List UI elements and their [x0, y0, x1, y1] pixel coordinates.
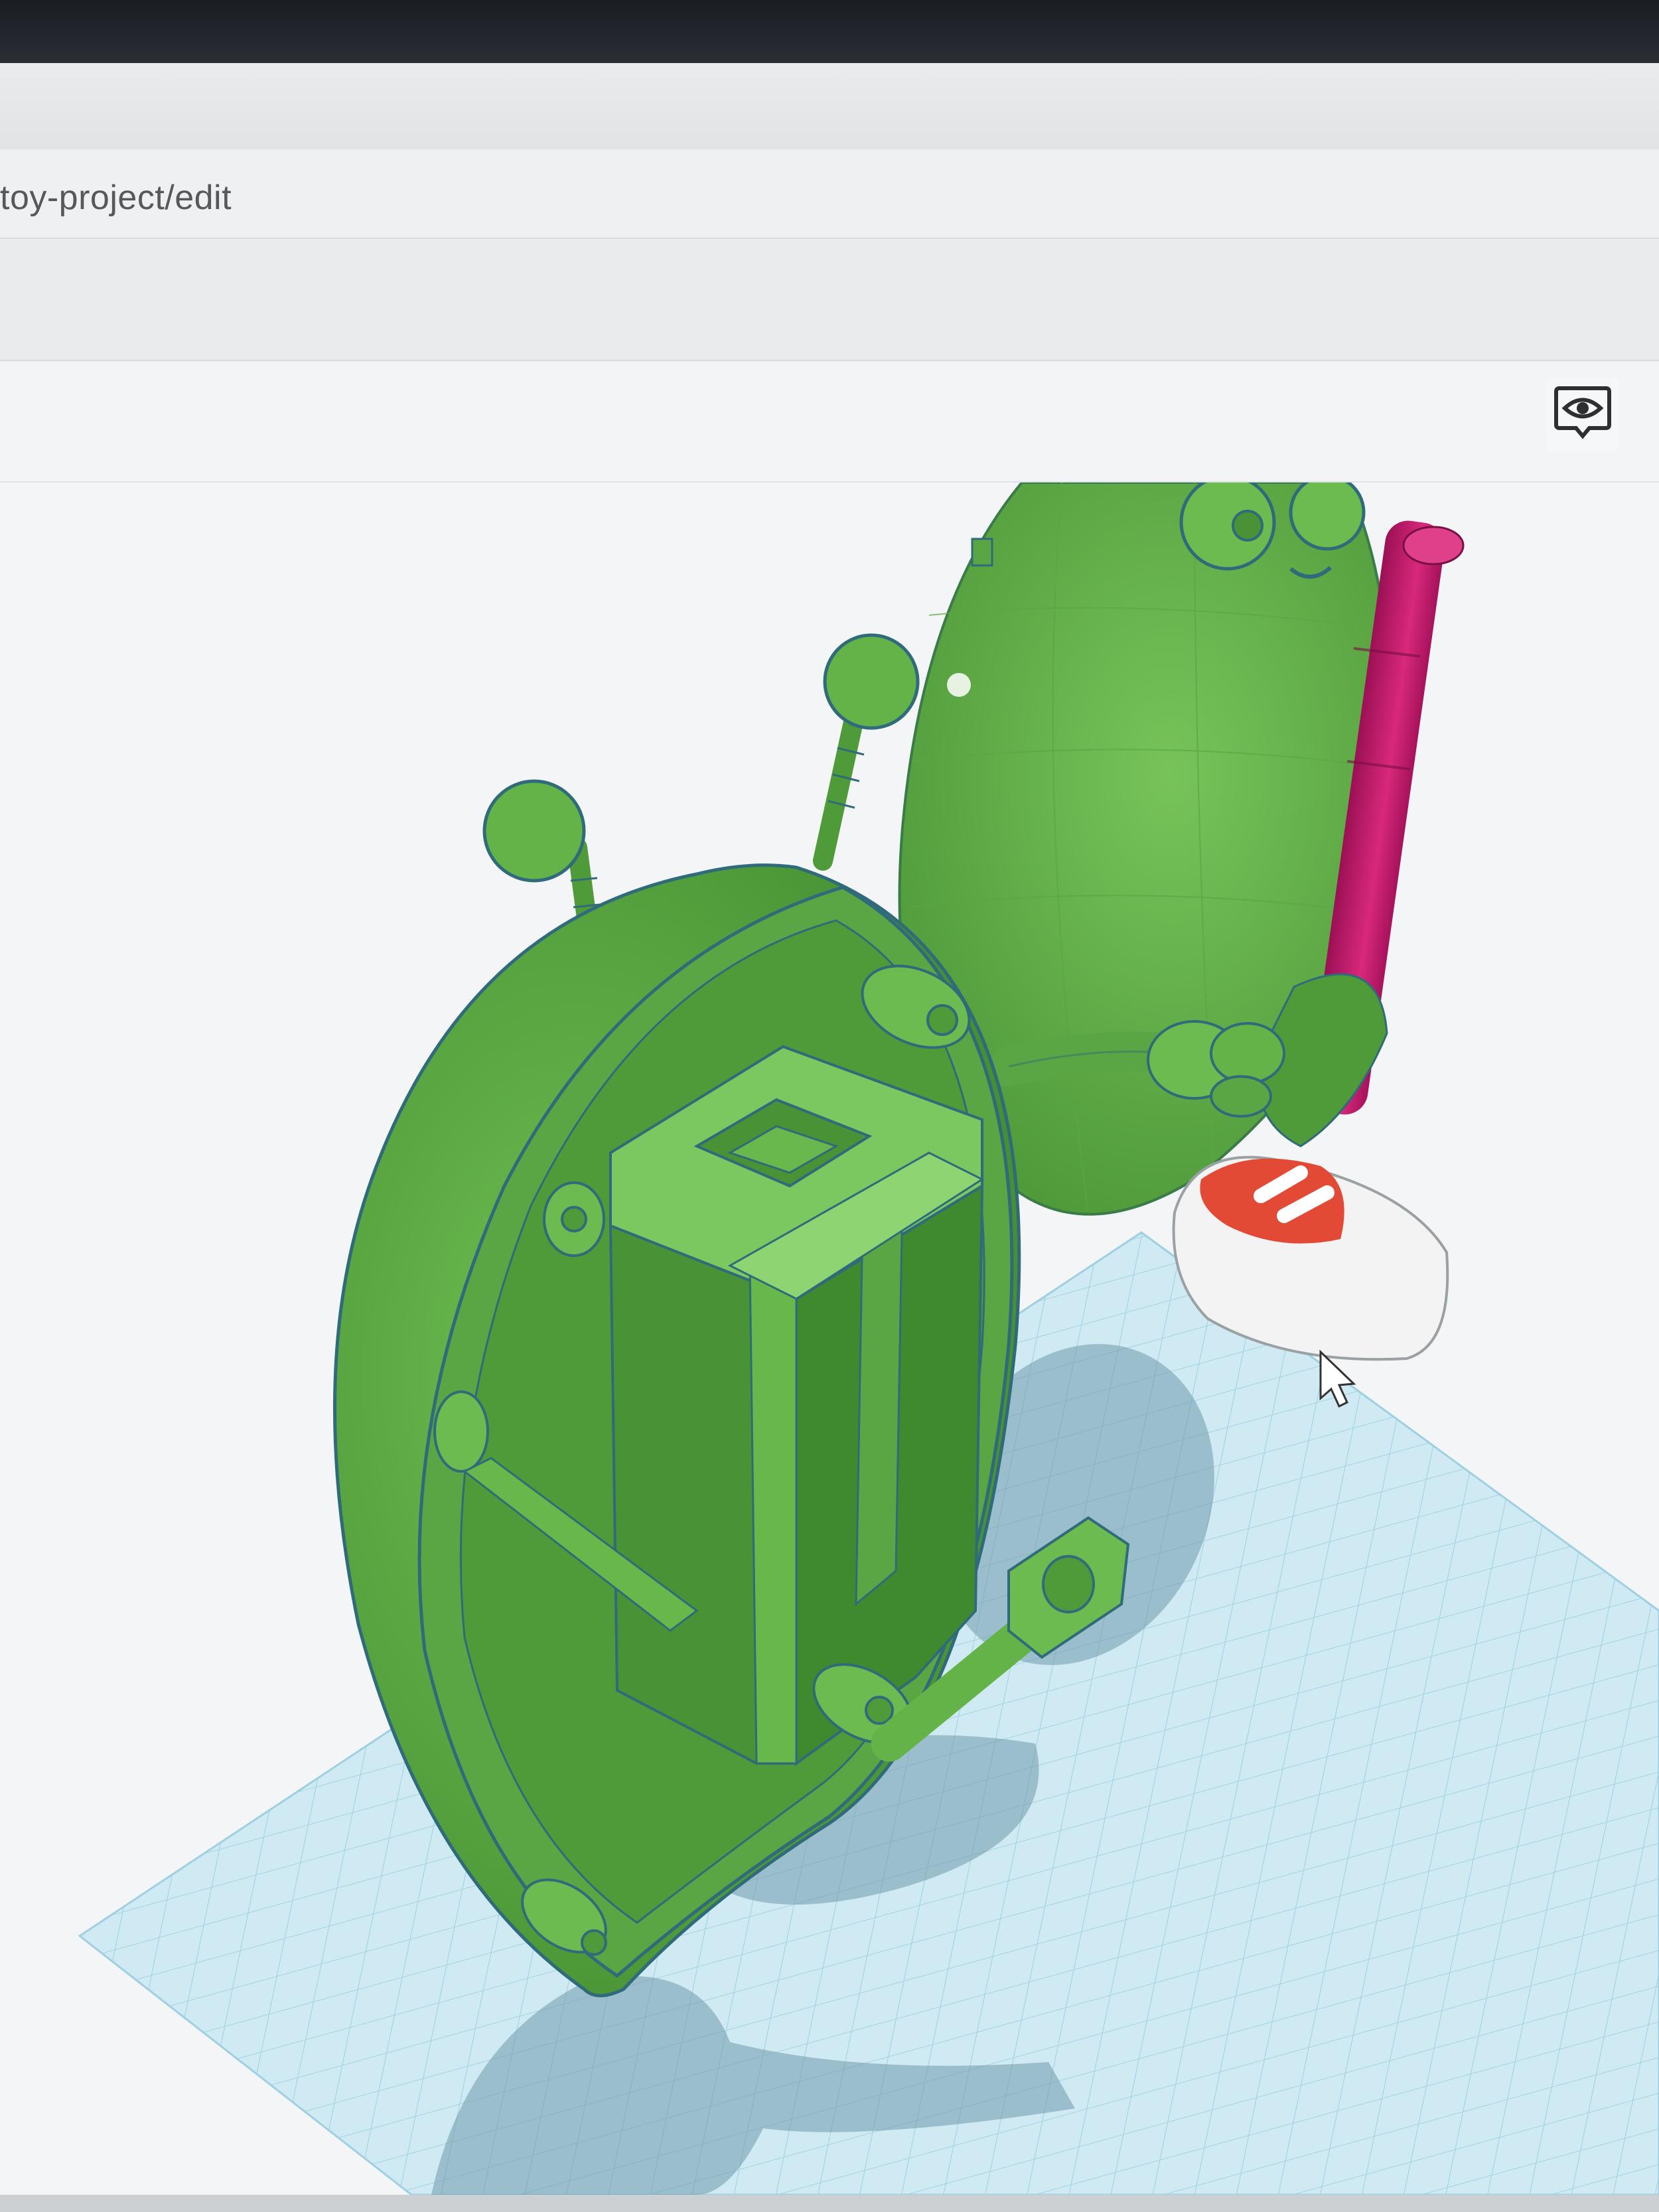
browser-tab-strip — [0, 63, 1659, 149]
eye-icon — [1553, 382, 1613, 448]
address-url[interactable]: toy-project/edit — [0, 178, 232, 218]
monitor-bezel — [0, 0, 1659, 63]
servo-housing[interactable] — [609, 1045, 985, 1766]
3d-viewport[interactable] — [0, 482, 1659, 2195]
view-toggle-button[interactable] — [1546, 378, 1619, 451]
address-bar[interactable] — [0, 151, 1659, 239]
bottom-edge — [0, 2195, 1659, 2212]
editor-header — [0, 362, 1659, 482]
browser-toolbar — [0, 240, 1659, 361]
scene-canvas[interactable] — [0, 482, 1659, 2195]
